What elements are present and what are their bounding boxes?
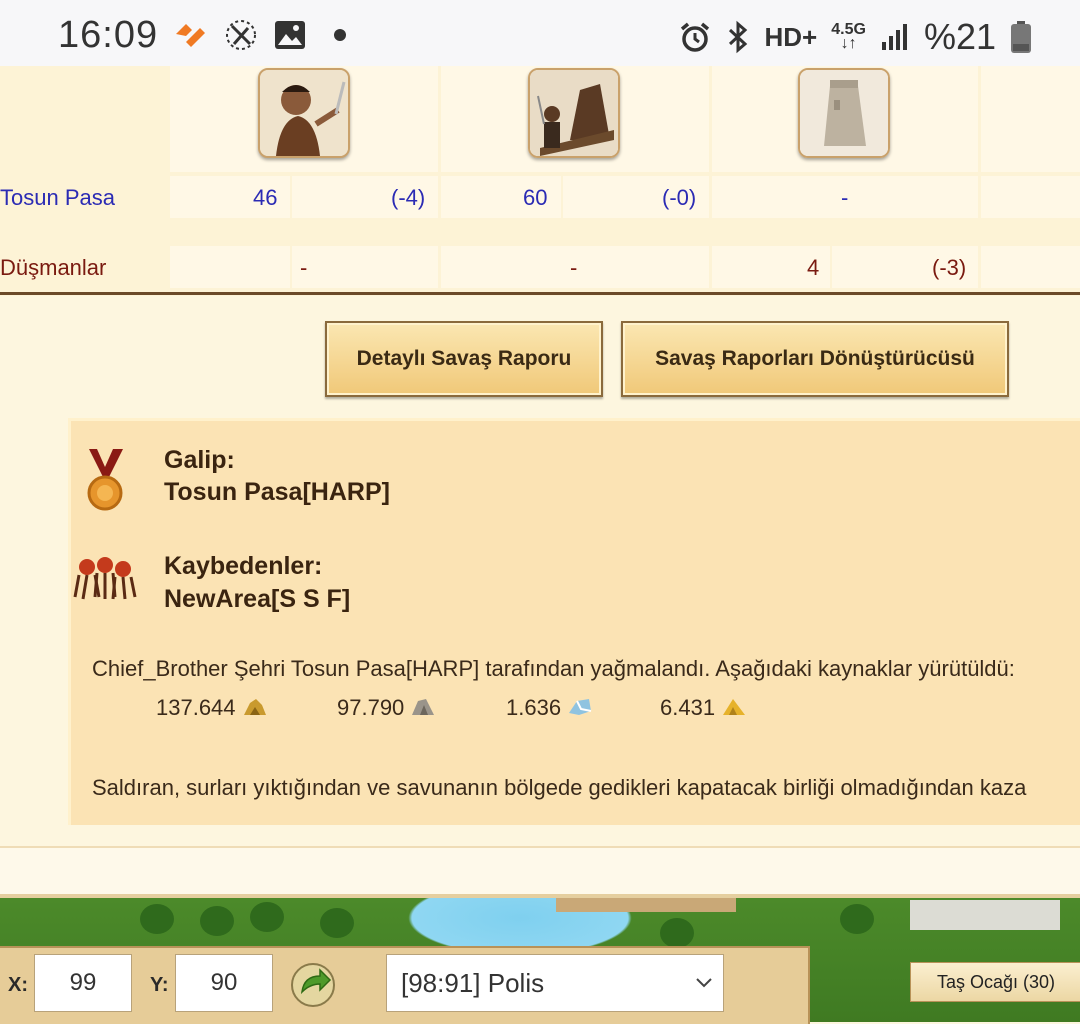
resource-sulfur: 6.431 [660,695,747,721]
battle-units-table: Tosun Pasa 46 (-4) 60 (-0) - Düşmanlar -… [0,66,1080,296]
network-gen: 4.5G ↓↑ [831,21,866,52]
gold-icon [243,699,266,715]
table-divider [0,292,1080,295]
x-label: X: [8,974,28,996]
tower-icon [798,68,890,158]
image-icon [275,21,305,49]
city-select[interactable]: [98:91] Polis [386,954,724,1012]
report-converter-button[interactable]: Savaş Raporları Dönüştürücüsü [621,321,1009,397]
row-label-player: Tosun Pasa [0,185,115,210]
network-type: HD+ [764,21,818,52]
stone-icon [412,699,435,715]
medal-icon [87,449,123,511]
wall-breach-text: Saldıran, surları yıktığından ve savunan… [92,775,1027,800]
battery-icon [1011,21,1031,53]
table-cell: (-3) [932,255,967,280]
plunder-text: Chief_Brother Şehri Tosun Pasa[HARP] tar… [92,656,1015,681]
resource-gold: 137.644 [156,695,268,721]
table-cell: 4 [807,255,820,280]
table-cell: 60 [523,185,548,210]
row-label-enemies: Düşmanlar [0,255,107,280]
resource-marble: 1.636 [506,695,593,721]
quarry-tag[interactable]: Taş Ocağı (30) [910,962,1080,1002]
battery-percent: %21 [923,16,996,57]
tools-icon [226,20,256,50]
map-building [910,900,1060,930]
y-coordinate-input[interactable]: 90 [175,954,273,1012]
x-coordinate-input[interactable]: 99 [34,954,132,1012]
footer-band [0,846,1080,898]
y-label: Y: [150,974,169,996]
heart-app-icon [176,24,205,47]
table-cell: - [841,185,849,210]
losers-name[interactable]: NewArea[S S F] [164,585,350,614]
catapult-icon [528,68,620,158]
notification-dot [334,29,346,41]
table-cell: - [570,255,578,280]
go-arrow-icon[interactable] [290,962,336,1008]
map-banner [556,898,736,912]
coordinate-toolbar: X: 99 Y: 90 [98:91] Polis [0,946,810,1024]
winner-label: Galip: [164,446,235,474]
table-cell: (-4) [391,185,426,210]
table-cell: - [300,255,308,280]
defeated-army-icon [73,557,137,600]
chevron-down-icon [696,978,712,988]
winner-name[interactable]: Tosun Pasa[HARP] [164,478,390,507]
clock: 16:09 [58,14,159,56]
losers-label: Kaybedenler: [164,552,323,580]
alarm-icon [680,22,709,52]
bluetooth-icon [728,20,747,54]
signal-icon [881,24,907,50]
marble-icon [569,699,592,715]
table-cell: 46 [253,185,278,210]
slinger-icon [258,68,350,158]
battle-result-panel: Galip: Tosun Pasa[HARP] Kaybedenler: New… [68,418,1080,825]
table-cell: (-0) [662,185,697,210]
sulfur-icon [723,699,746,715]
status-bar: 16:09 HD+ 4.5G ↓↑ %21 [0,0,1080,66]
resource-stone: 97.790 [337,695,436,721]
detailed-report-button[interactable]: Detaylı Savaş Raporu [325,321,603,397]
